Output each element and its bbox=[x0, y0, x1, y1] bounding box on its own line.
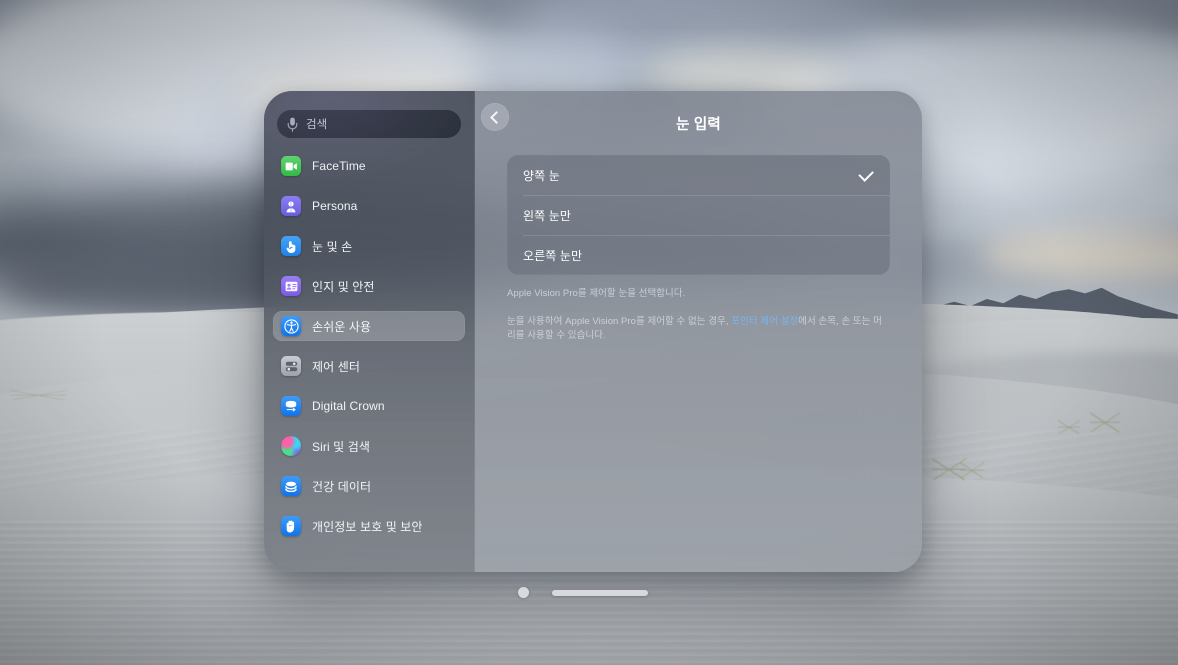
digital-crown-icon bbox=[281, 396, 301, 416]
desert-grass bbox=[1058, 420, 1080, 434]
persona-icon bbox=[281, 196, 301, 216]
search-input[interactable]: 검색 bbox=[277, 110, 461, 138]
option-row-both-eyes[interactable]: 양쪽 눈 bbox=[507, 155, 890, 195]
window-chrome bbox=[518, 587, 648, 598]
option-label: 왼쪽 눈만 bbox=[523, 208, 571, 223]
sidebar-item-awareness[interactable]: 인지 및 안전 bbox=[273, 271, 465, 301]
eye-input-options-group: 양쪽 눈 왼쪽 눈만 오른쪽 눈만 bbox=[507, 155, 890, 275]
sidebar-item-label: Digital Crown bbox=[312, 399, 385, 413]
pointer-control-settings-link[interactable]: 포인터 제어 설정 bbox=[731, 316, 798, 327]
settings-sidebar: 검색 FaceTime Persona 눈 및 손 인지 및 안전 손쉬운 사용… bbox=[264, 91, 475, 572]
desert-grass bbox=[10, 390, 66, 400]
sidebar-item-label: 개인정보 보호 및 보안 bbox=[312, 519, 423, 534]
sidebar-item-siri-search[interactable]: Siri 및 검색 bbox=[273, 431, 465, 461]
sidebar-item-facetime[interactable]: FaceTime bbox=[273, 151, 465, 181]
sidebar-item-label: 제어 센터 bbox=[312, 359, 360, 374]
option-label: 양쪽 눈 bbox=[523, 168, 560, 183]
facetime-icon bbox=[281, 156, 301, 176]
option-row-left-eye-only[interactable]: 왼쪽 눈만 bbox=[507, 195, 890, 235]
sidebar-item-control-center[interactable]: 제어 센터 bbox=[273, 351, 465, 381]
sidebar-item-privacy-security[interactable]: 개인정보 보호 및 보안 bbox=[273, 511, 465, 541]
settings-window: 검색 FaceTime Persona 눈 및 손 인지 및 안전 손쉬운 사용… bbox=[264, 91, 922, 572]
sidebar-item-label: 건강 데이터 bbox=[312, 479, 372, 494]
back-button[interactable] bbox=[481, 103, 509, 131]
checkmark-icon bbox=[858, 165, 874, 182]
privacy-hand-icon bbox=[281, 516, 301, 536]
sidebar-item-eyes-hands[interactable]: 눈 및 손 bbox=[273, 231, 465, 261]
accessibility-icon bbox=[281, 316, 301, 336]
sidebar-nav-list: FaceTime Persona 눈 및 손 인지 및 안전 손쉬운 사용 제어… bbox=[264, 151, 474, 541]
option-label: 오른쪽 눈만 bbox=[523, 248, 583, 263]
sidebar-item-health[interactable]: 건강 데이터 bbox=[273, 471, 465, 501]
sidebar-item-label: Persona bbox=[312, 199, 358, 213]
sidebar-item-label: 손쉬운 사용 bbox=[312, 319, 372, 334]
sidebar-item-label: 눈 및 손 bbox=[312, 239, 353, 254]
footer-notes: Apple Vision Pro를 제어할 눈을 선택합니다. 눈을 사용하여 … bbox=[507, 287, 890, 344]
search-placeholder: 검색 bbox=[306, 119, 328, 131]
siri-icon bbox=[281, 436, 301, 456]
close-window-button[interactable] bbox=[518, 587, 529, 598]
eyes-hands-icon bbox=[281, 236, 301, 256]
note-primary: Apple Vision Pro를 제어할 눈을 선택합니다. bbox=[507, 288, 686, 299]
awareness-icon bbox=[281, 276, 301, 296]
sidebar-item-persona[interactable]: Persona bbox=[273, 191, 465, 221]
control-center-icon bbox=[281, 356, 301, 376]
health-icon bbox=[281, 476, 301, 496]
detail-header: 눈 입력 bbox=[475, 91, 922, 155]
sidebar-item-label: 인지 및 안전 bbox=[312, 279, 375, 294]
option-row-right-eye-only[interactable]: 오른쪽 눈만 bbox=[507, 235, 890, 275]
sidebar-item-accessibility[interactable]: 손쉬운 사용 bbox=[273, 311, 465, 341]
page-title: 눈 입력 bbox=[676, 116, 721, 133]
sidebar-item-digital-crown[interactable]: Digital Crown bbox=[273, 391, 465, 421]
window-resize-handle[interactable] bbox=[552, 589, 648, 596]
sidebar-item-label: FaceTime bbox=[312, 159, 366, 173]
detail-panel: 눈 입력 양쪽 눈 왼쪽 눈만 오른쪽 눈만 Apple Vision Pro를… bbox=[475, 91, 922, 572]
note-secondary-part1: 눈을 사용하여 Apple Vision Pro를 제어할 수 없는 경우, bbox=[507, 315, 732, 327]
sidebar-item-label: Siri 및 검색 bbox=[312, 439, 371, 454]
desert-grass bbox=[1090, 412, 1120, 432]
desert-grass bbox=[960, 462, 984, 478]
microphone-icon bbox=[287, 117, 298, 132]
chevron-left-icon bbox=[490, 110, 503, 124]
note-secondary: 눈을 사용하여 Apple Vision Pro를 제어할 수 없는 경우, 포… bbox=[507, 315, 890, 344]
